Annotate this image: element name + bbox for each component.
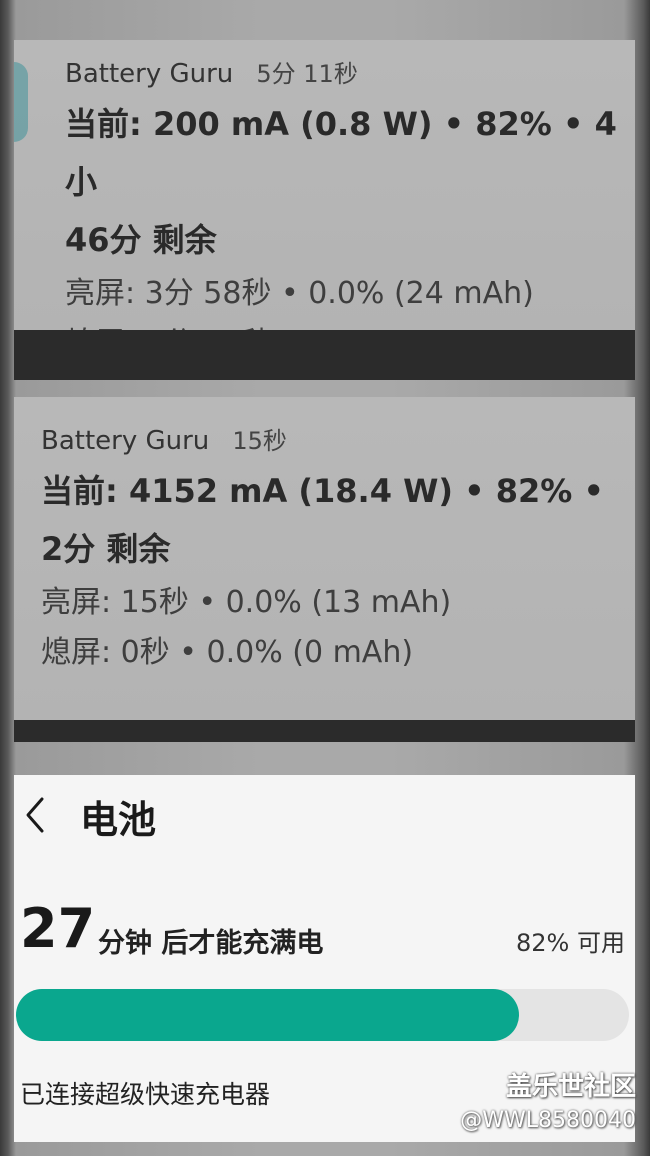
screen-on-stat: 亮屏: 3分 58秒 • 0.0% (24 mAh) <box>65 276 534 311</box>
battery-guru-card-1: Battery Guru 5分 11秒 当前: 200 mA (0.8 W) •… <box>14 40 635 361</box>
app-name: Battery Guru <box>41 426 210 456</box>
battery-available: 82% 可用 <box>516 929 625 957</box>
current-reading: 当前: 4152 mA (18.4 W) • 82% • 2分 剩余 <box>41 472 604 568</box>
page-title: 电池 <box>80 798 157 842</box>
elapsed-time: 15秒 <box>232 427 287 455</box>
screen-off-stat: 熄屏: 0秒 • 0.0% (0 mAh) <box>41 635 414 670</box>
divider-band <box>14 720 635 742</box>
app-icon <box>14 62 28 142</box>
elapsed-time: 5分 11秒 <box>256 60 358 88</box>
app-name: Battery Guru <box>65 59 234 89</box>
charger-status: 已连接超级快速充电器 <box>20 1080 271 1109</box>
watermark-site: 盖乐世社区 <box>505 1072 636 1102</box>
divider-band <box>14 330 635 380</box>
watermark-user: @WWL8580040 <box>460 1108 636 1133</box>
current-reading: 当前: 200 mA (0.8 W) • 82% • 4小 46分 剩余 <box>65 105 617 259</box>
battery-progress-bar <box>16 989 629 1041</box>
screen-on-stat: 亮屏: 15秒 • 0.0% (13 mAh) <box>41 585 452 620</box>
chevron-left-icon[interactable] <box>20 795 50 835</box>
battery-progress-fill <box>16 989 519 1041</box>
charge-minutes: 27 <box>20 897 96 960</box>
battery-guru-card-2: Battery Guru 15秒 当前: 4152 mA (18.4 W) • … <box>14 397 635 720</box>
charge-time-label: 分钟 后才能充满电 <box>98 928 324 959</box>
